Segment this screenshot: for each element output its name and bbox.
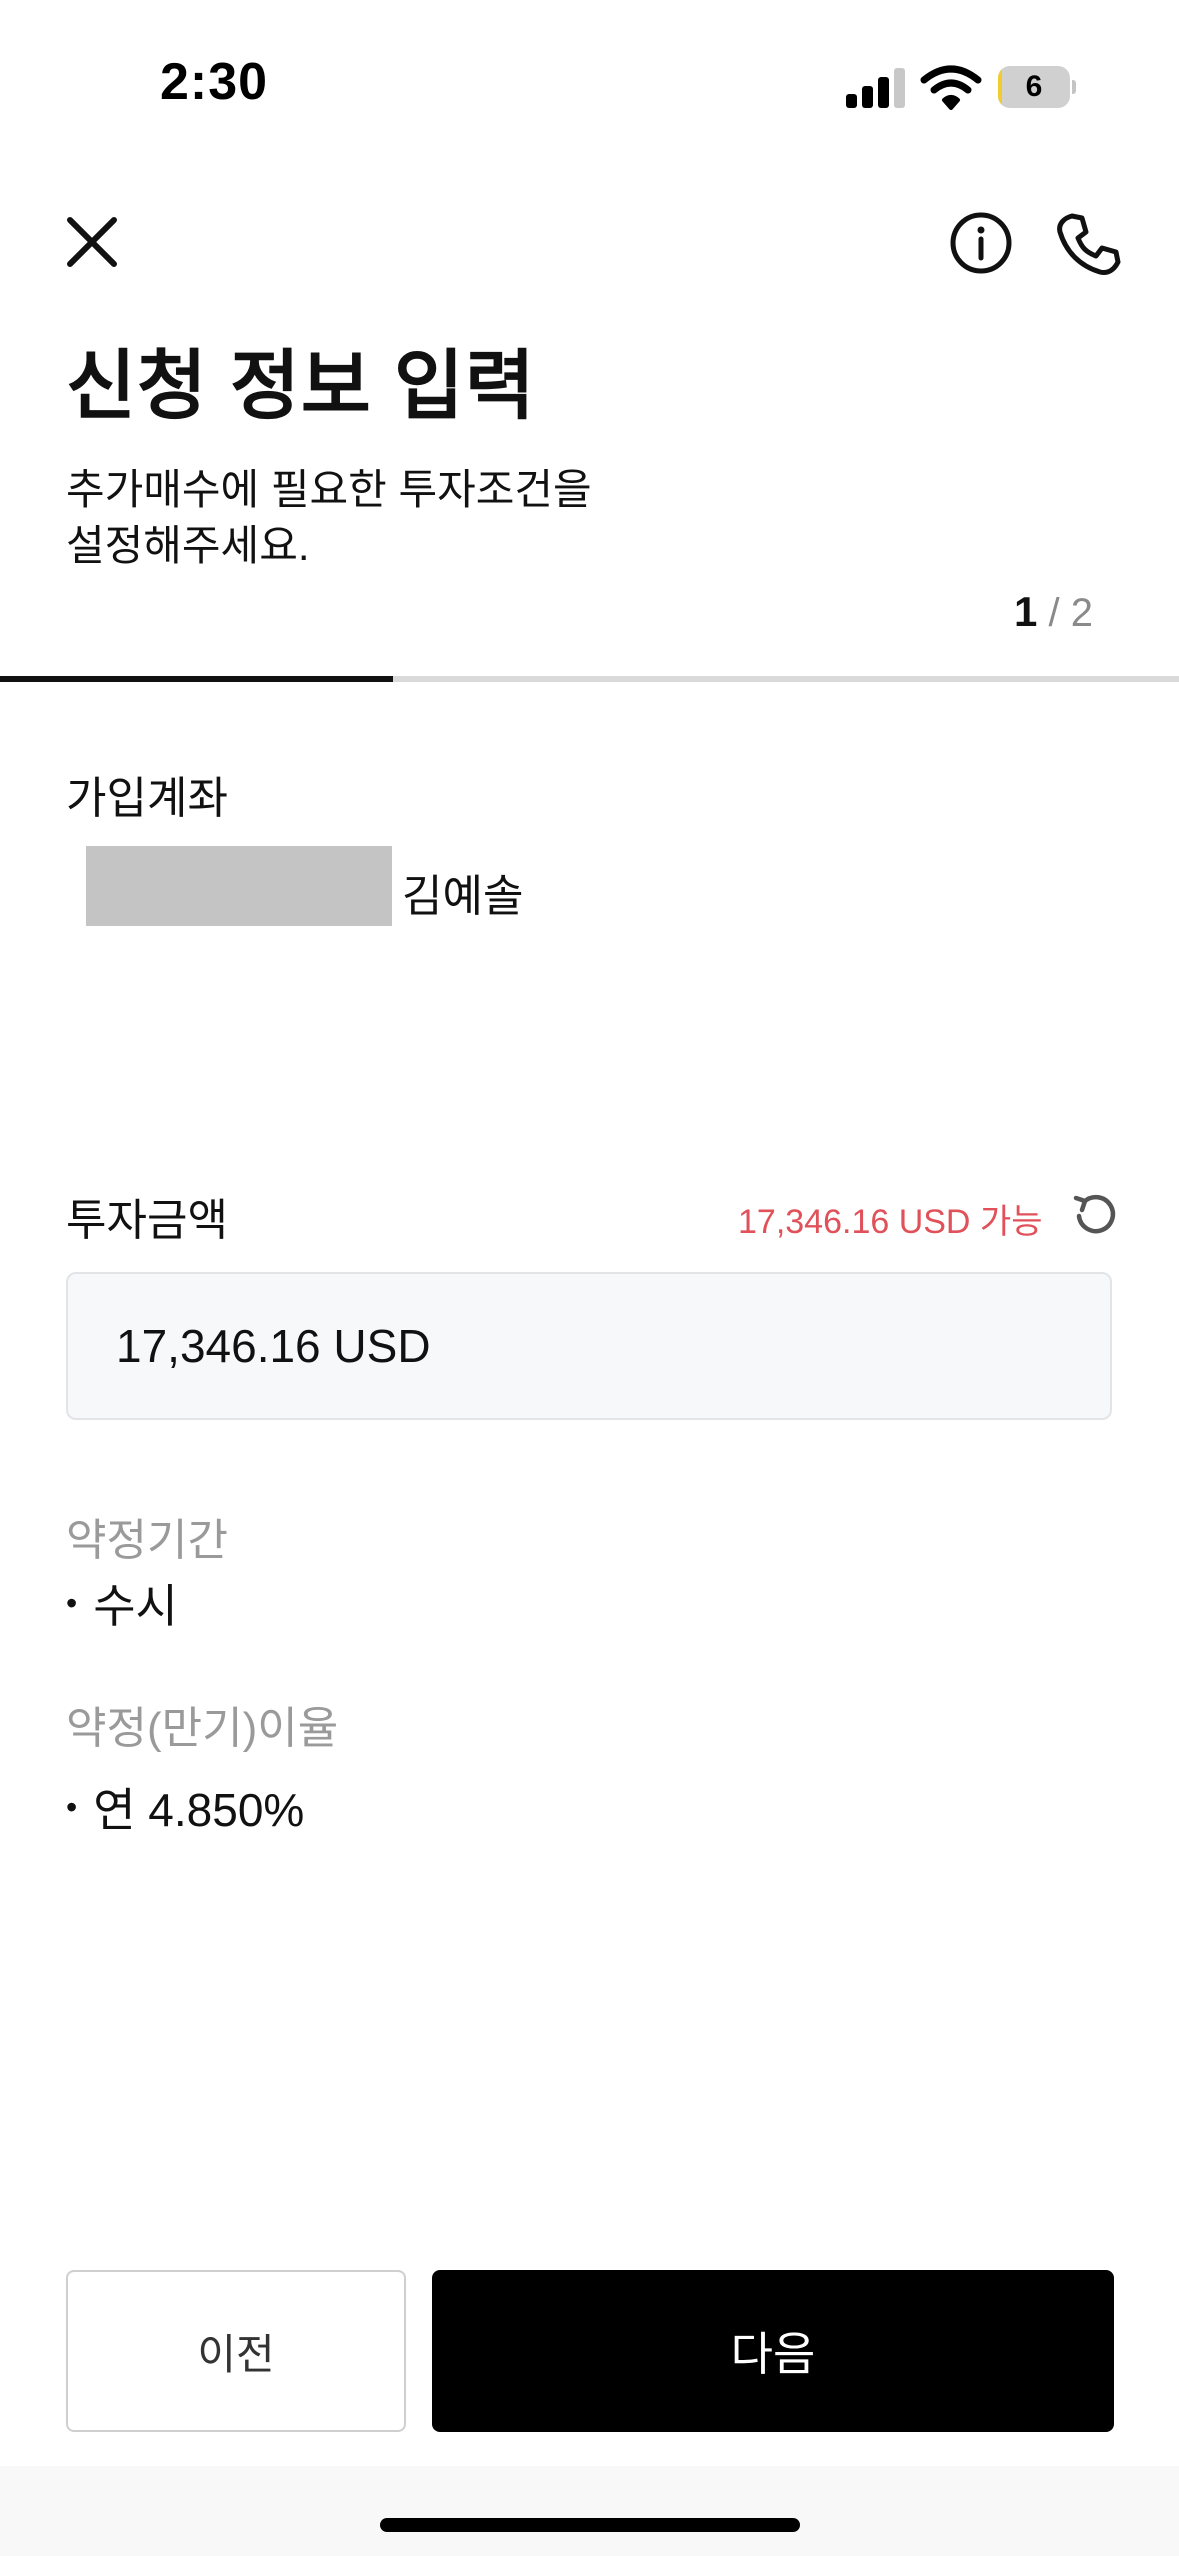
bullet-icon: • — [66, 1585, 78, 1622]
cellular-signal-icon — [846, 66, 906, 108]
account-number-redacted — [86, 846, 392, 926]
info-icon[interactable] — [948, 210, 1014, 276]
step-current: 1 — [1014, 588, 1038, 635]
term-value: 수시 — [93, 1580, 178, 1632]
next-button-label: 다음 — [730, 2328, 816, 2380]
account-holder-name: 김예솔 — [402, 872, 524, 921]
refresh-icon[interactable] — [1070, 1190, 1122, 1242]
step-total: 2 — [1070, 591, 1093, 635]
close-icon[interactable] — [60, 210, 124, 274]
available-amount: 17,346.16 USD 가능 — [738, 1203, 1043, 1241]
battery-percent: 6 — [1025, 70, 1043, 103]
term-value-row: • 수시 — [66, 1570, 178, 1636]
amount-field[interactable] — [66, 1272, 1112, 1420]
phone-icon[interactable] — [1054, 210, 1122, 278]
previous-button[interactable]: 이전 — [66, 2270, 406, 2432]
home-indicator-area — [0, 2466, 1179, 2556]
account-label: 가입계좌 — [66, 774, 228, 823]
description-line-2: 설정해주세요. — [66, 522, 310, 569]
rate-label: 약정(만기)이율 — [66, 1704, 339, 1753]
description-line-1: 추가매수에 필요한 투자조건을 — [66, 466, 592, 513]
amount-label: 투자금액 — [66, 1196, 228, 1245]
bullet-icon: • — [66, 1789, 78, 1826]
term-label: 약정기간 — [66, 1516, 228, 1565]
page-title: 신청 정보 입력 — [66, 344, 536, 429]
next-button[interactable]: 다음 — [432, 2270, 1114, 2432]
status-time: 2:30 — [160, 53, 269, 111]
battery-icon: 6 — [998, 66, 1076, 108]
rate-value: 연 4.850% — [93, 1784, 305, 1836]
amount-input[interactable] — [116, 1274, 1076, 1418]
progress-fill — [0, 676, 393, 682]
rate-value-row: • 연 4.850% — [66, 1774, 304, 1840]
wifi-icon — [920, 65, 982, 110]
step-separator: / — [1037, 591, 1071, 635]
step-indicator: 1 / 2 — [1014, 588, 1093, 636]
home-indicator[interactable] — [380, 2518, 800, 2532]
page-description: 추가매수에 필요한 투자조건을 설정해주세요. — [66, 462, 786, 574]
previous-button-label: 이전 — [197, 2330, 275, 2378]
